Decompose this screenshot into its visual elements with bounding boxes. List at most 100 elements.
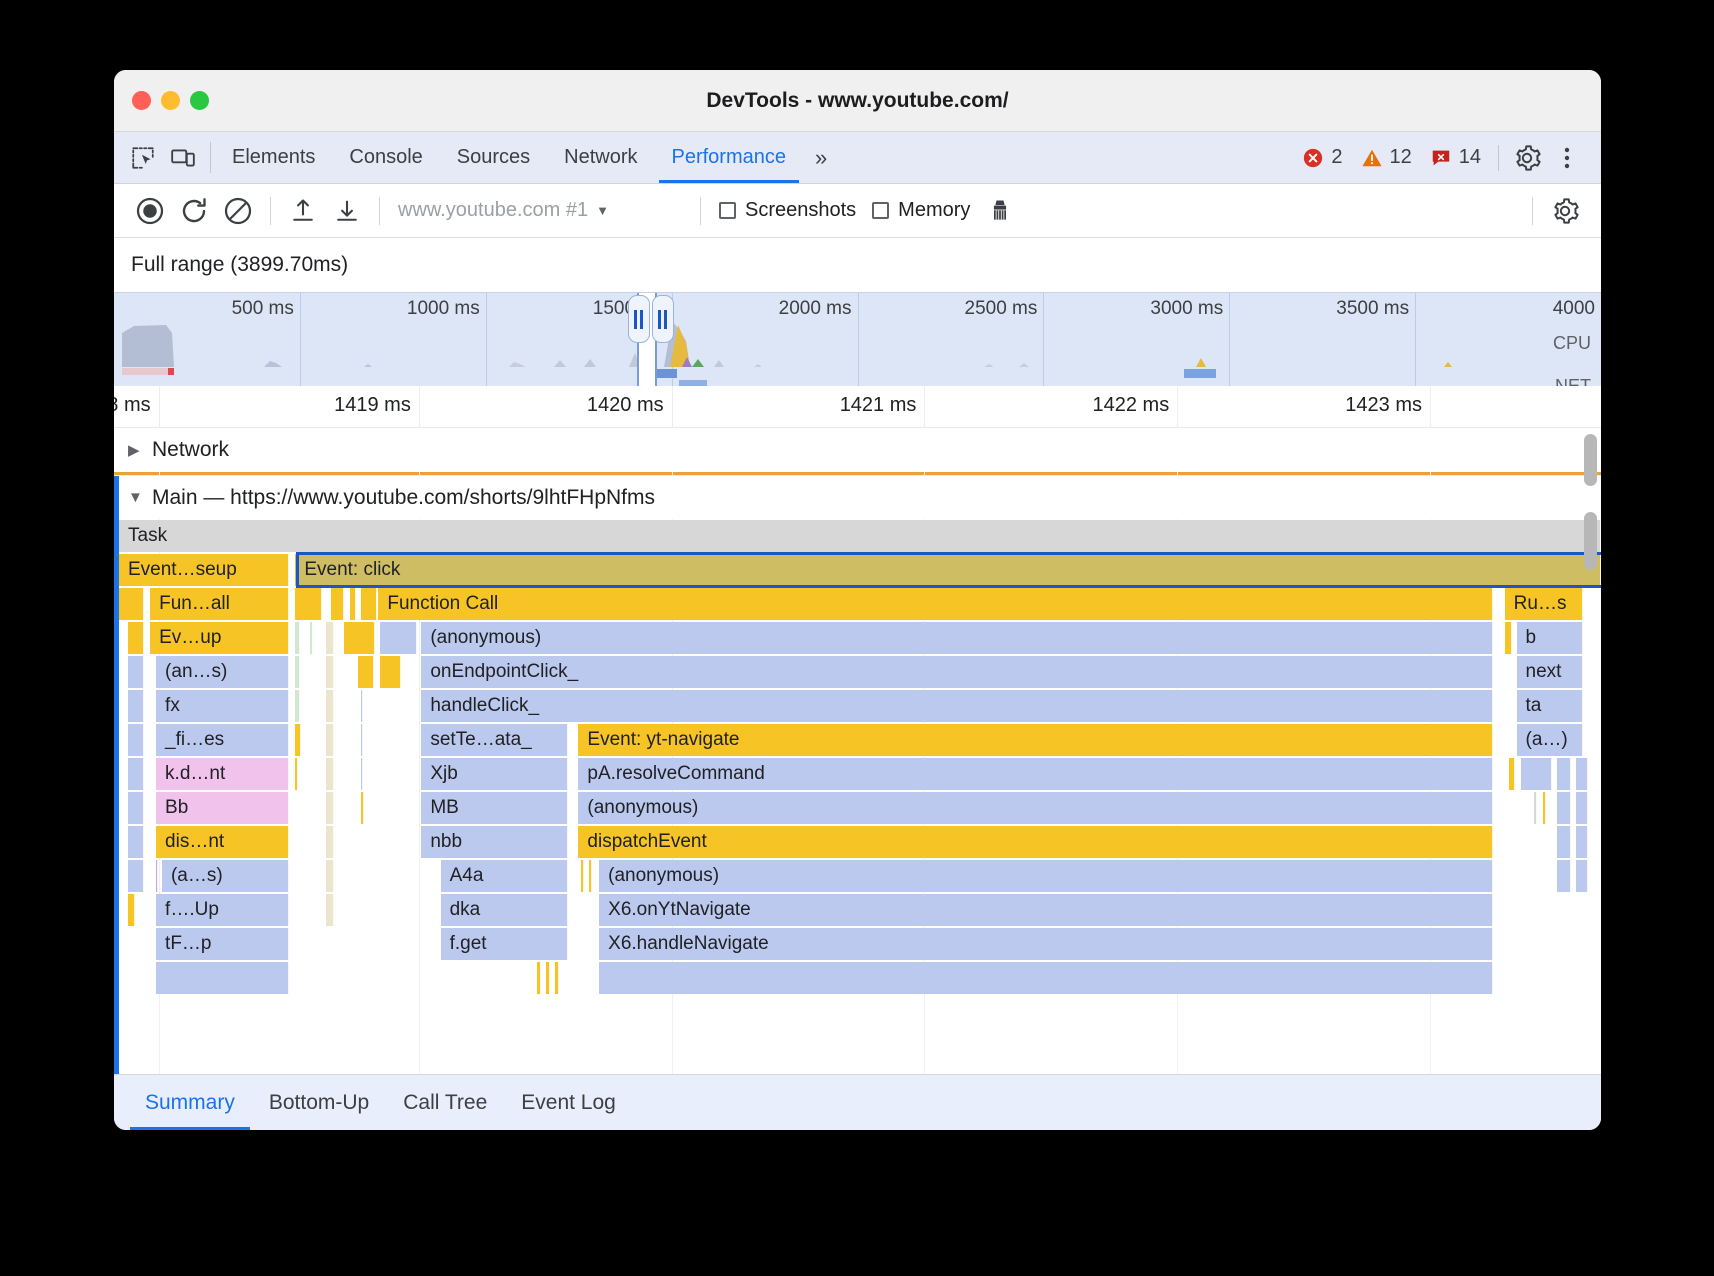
flamechart-bar-unlabeled[interactable] — [358, 656, 374, 688]
flamechart-bar-unlabeled[interactable] — [1534, 792, 1537, 824]
flamechart-bar[interactable]: Bb — [156, 792, 289, 824]
flamechart-bar-unlabeled[interactable] — [350, 588, 356, 620]
flamechart-bar[interactable]: f.get — [441, 928, 568, 960]
more-tabs-icon[interactable]: » — [803, 132, 839, 183]
flamechart-bar[interactable]: dis…nt — [156, 826, 289, 858]
flamechart-bar-unlabeled[interactable] — [128, 860, 144, 892]
flamechart-bar[interactable]: ta — [1517, 690, 1584, 722]
flamechart-bar-unlabeled[interactable] — [1505, 622, 1512, 654]
flamechart-bar[interactable]: fx — [156, 690, 289, 722]
overview-selection-right-handle[interactable] — [652, 295, 674, 343]
close-window-button[interactable] — [132, 91, 151, 110]
flamechart-bar[interactable]: Event…seup — [119, 554, 289, 586]
flamechart-bar-unlabeled[interactable] — [326, 894, 333, 926]
flamechart-bar-unlabeled[interactable] — [119, 588, 144, 620]
tab-performance[interactable]: Performance — [655, 132, 804, 183]
flamechart-bar-unlabeled[interactable] — [326, 826, 333, 858]
flamechart-bar[interactable]: b — [1517, 622, 1584, 654]
chevron-down-icon[interactable]: ▼ — [128, 489, 142, 506]
inspect-element-icon[interactable] — [130, 145, 156, 171]
flamechart-bar[interactable]: X6.onYtNavigate — [599, 894, 1493, 926]
clear-recording-button[interactable] — [216, 191, 260, 231]
flamechart-bar-unlabeled[interactable] — [1557, 826, 1572, 858]
issue-badge[interactable]: 14 — [1421, 146, 1490, 169]
flamechart-bar-unlabeled[interactable] — [344, 622, 375, 654]
flamechart-bar-unlabeled[interactable] — [295, 588, 322, 620]
flamechart-bar[interactable]: dispatchEvent — [578, 826, 1492, 858]
flamechart-bar-unlabeled[interactable] — [295, 758, 298, 790]
flamechart-bar-unlabeled[interactable] — [599, 962, 1493, 994]
chevron-right-icon[interactable]: ▶ — [128, 441, 142, 459]
tab-bottom-up[interactable]: Bottom-Up — [252, 1075, 386, 1130]
flamechart-bar-unlabeled[interactable] — [1557, 860, 1572, 892]
flamechart-bar-unlabeled[interactable] — [295, 656, 299, 688]
flamechart-bar-unlabeled[interactable] — [1521, 758, 1552, 790]
flamechart-bar-unlabeled[interactable] — [128, 690, 144, 722]
flamechart-bar-unlabeled[interactable] — [128, 724, 144, 756]
track-group-network[interactable]: ▶ Network — [114, 428, 1601, 472]
record-button[interactable] — [128, 191, 172, 231]
flamechart-bar[interactable]: Ru…s — [1505, 588, 1584, 620]
flamechart-bar[interactable]: A4a — [441, 860, 568, 892]
flamechart-bar-unlabeled[interactable] — [546, 962, 550, 994]
device-toolbar-icon[interactable] — [170, 145, 196, 171]
tab-console[interactable]: Console — [332, 132, 439, 183]
flamechart-bar-unlabeled[interactable] — [156, 860, 158, 892]
flamechart-bar-unlabeled[interactable] — [1576, 758, 1588, 790]
flamechart-bar-unlabeled[interactable] — [128, 656, 144, 688]
flamechart-bar-unlabeled[interactable] — [361, 792, 364, 824]
screenshots-checkbox[interactable]: Screenshots — [711, 199, 864, 222]
flamechart-bar[interactable]: tF…p — [156, 928, 289, 960]
reload-and-record-button[interactable] — [172, 191, 216, 231]
tab-elements[interactable]: Elements — [215, 132, 332, 183]
recording-selector[interactable]: www.youtube.com #1 ▼ — [390, 199, 690, 222]
flamechart-bar-unlabeled[interactable] — [295, 724, 301, 756]
flamechart-bar[interactable]: Function Call — [378, 588, 1492, 620]
flamechart-bar-unlabeled[interactable] — [326, 690, 333, 722]
flamechart-bar-unlabeled[interactable] — [128, 826, 144, 858]
flamechart-bar-unlabeled[interactable] — [555, 962, 559, 994]
tab-event-log[interactable]: Event Log — [504, 1075, 633, 1130]
flamechart-bar[interactable]: next — [1517, 656, 1584, 688]
flamechart-bar-unlabeled[interactable] — [1557, 758, 1572, 790]
flamechart-bar[interactable]: X6.handleNavigate — [599, 928, 1493, 960]
flamechart-bar-unlabeled[interactable] — [128, 758, 144, 790]
tracks-scrollbar-upper[interactable] — [1584, 434, 1597, 486]
flamechart-bar-unlabeled[interactable] — [589, 860, 592, 892]
flamechart-bar-unlabeled[interactable] — [326, 792, 333, 824]
flamechart-bar-unlabeled[interactable] — [156, 962, 289, 994]
flamechart-bar[interactable]: _fi…es — [156, 724, 289, 756]
flamechart-bar[interactable]: dka — [441, 894, 568, 926]
devtools-menu-button[interactable] — [1547, 138, 1587, 178]
tracks-scrollbar-lower[interactable] — [1584, 512, 1597, 570]
flamechart-bar-unlabeled[interactable] — [295, 690, 299, 722]
flamechart-bar-unlabeled[interactable] — [326, 758, 333, 790]
flamechart-bar[interactable]: Ev…up — [150, 622, 289, 654]
error-badge[interactable]: 2 — [1293, 146, 1351, 169]
flamechart-bar[interactable]: (an…s) — [156, 656, 289, 688]
flamechart-bar-unlabeled[interactable] — [1557, 792, 1572, 824]
flamechart-bar-unlabeled[interactable] — [380, 656, 401, 688]
flamechart-bar[interactable]: setTe…ata_ — [421, 724, 568, 756]
flamechart-bar-unlabeled[interactable] — [380, 622, 417, 654]
tab-call-tree[interactable]: Call Tree — [386, 1075, 504, 1130]
flamechart-bar[interactable]: handleClick_ — [421, 690, 1492, 722]
flamechart-bar-unlabeled[interactable] — [361, 588, 377, 620]
flamechart-bar[interactable]: (anonymous) — [599, 860, 1493, 892]
flamechart-bar-unlabeled[interactable] — [326, 724, 333, 756]
flamechart-bar[interactable]: f….Up — [156, 894, 289, 926]
flamechart-bar[interactable]: Event: click — [295, 554, 1601, 586]
flamechart-bar-unlabeled[interactable] — [581, 860, 584, 892]
flamechart-bar-unlabeled[interactable] — [128, 792, 144, 824]
overview-selection-left-handle[interactable] — [628, 295, 650, 343]
flamechart-bar[interactable]: Task — [119, 520, 1601, 552]
flamechart-bar-unlabeled[interactable] — [1543, 792, 1546, 824]
flamechart-bar-unlabeled[interactable] — [331, 588, 344, 620]
flamechart-bar[interactable]: nbb — [421, 826, 568, 858]
memory-checkbox[interactable]: Memory — [864, 199, 978, 222]
flamechart-bar[interactable]: (a…s) — [162, 860, 289, 892]
flamechart-bar-unlabeled[interactable] — [361, 724, 363, 756]
flamechart-bar-unlabeled[interactable] — [1576, 860, 1588, 892]
maximize-window-button[interactable] — [190, 91, 209, 110]
flamechart-bar-unlabeled[interactable] — [1576, 792, 1588, 824]
